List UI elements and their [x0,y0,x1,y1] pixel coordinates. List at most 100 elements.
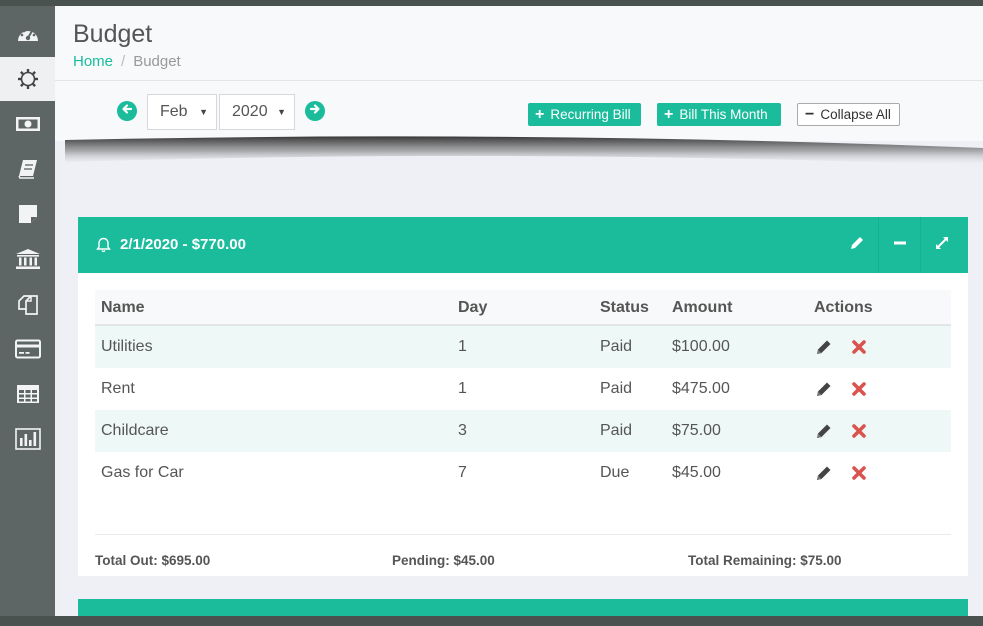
table-header: Name Day Status Amount Actions [95,290,951,326]
table-row: Utilities 1 Paid $100.00 [95,326,951,368]
sidebar [0,6,55,616]
expand-icon [934,235,950,256]
total-out: Total Out: $695.00 [95,553,211,568]
plus-icon: + [535,105,545,123]
close-icon [852,340,866,354]
sidebar-item-bank[interactable] [0,237,55,281]
year-select-value: 2020 [232,103,268,120]
pencil-icon [817,424,831,438]
table-icon [16,384,40,404]
pencil-icon [817,382,831,396]
pencil-icon [817,340,831,354]
breadcrumb-home-link[interactable]: Home [73,53,113,70]
previous-month-button[interactable] [117,101,137,121]
edit-panel-button[interactable] [836,217,877,273]
breadcrumb: Home / Budget [73,53,181,70]
caret-down-icon: ▼ [199,107,208,117]
breadcrumb-separator: / [121,53,126,70]
cell-name: Utilities [101,338,153,355]
speedometer-icon [16,24,40,44]
close-icon [852,382,866,396]
cell-amount: $45.00 [672,464,721,481]
page-title: Budget [73,20,153,48]
close-icon [852,466,866,480]
delete-bill-button[interactable] [851,339,867,360]
next-bill-panel-header [78,599,968,616]
cell-amount: $100.00 [672,338,730,355]
next-month-button[interactable] [305,101,325,121]
cell-status: Due [600,464,630,481]
copy-icon [17,293,39,315]
cell-name: Gas for Car [101,464,184,481]
sidebar-item-dashboard[interactable] [0,12,55,56]
page-header: Budget Home / Budget [55,6,983,81]
cell-name: Rent [101,380,135,397]
sidebar-item-documents[interactable] [0,282,55,326]
delete-bill-button[interactable] [851,465,867,486]
sidebar-item-book[interactable] [0,147,55,191]
pencil-icon [817,466,831,480]
edit-bill-button[interactable] [815,338,833,361]
table-row: Rent 1 Paid $475.00 [95,368,951,410]
sidebar-item-settings[interactable] [0,57,55,101]
cell-day: 3 [458,422,467,439]
edit-bill-button[interactable] [815,464,833,487]
bill-panel-body: Name Day Status Amount Actions Utilities… [78,273,968,576]
cell-status: Paid [600,338,633,355]
column-header-actions: Actions [814,299,873,316]
add-bill-this-month-button[interactable]: + Bill This Month [657,103,781,126]
collapse-all-button[interactable]: − Collapse All [797,103,900,126]
column-header-amount: Amount [672,299,733,316]
cell-day: 7 [458,464,467,481]
delete-bill-button[interactable] [851,423,867,444]
sidebar-item-notes[interactable] [0,192,55,236]
cell-amount: $75.00 [672,422,721,439]
minus-icon [893,236,907,255]
year-select[interactable]: 2020 ▼ [219,94,295,130]
edit-bill-button[interactable] [815,380,833,403]
bill-panel-header: 2/1/2020 - $770.00 [78,217,968,273]
book-icon [17,159,39,179]
column-header-day: Day [458,299,488,316]
breadcrumb-current: Budget [133,53,181,70]
month-select[interactable]: Feb ▼ [147,94,217,130]
column-header-status: Status [600,299,649,316]
total-remaining: Total Remaining: $75.00 [688,553,842,568]
cell-amount: $475.00 [672,380,730,397]
bottom-bar [0,616,983,626]
bar-chart-icon [14,428,41,450]
main-content: Budget Home / Budget Feb ▼ 2020 ▼ + Recurri… [55,6,983,616]
table-row: Gas for Car 7 Due $45.00 [95,452,951,494]
cell-status: Paid [600,422,633,439]
column-header-name: Name [101,299,145,316]
money-bill-icon [15,115,41,133]
edit-bill-button[interactable] [815,422,833,445]
pending-total: Pending: $45.00 [392,553,495,568]
add-recurring-bill-label: Recurring Bill [550,107,631,122]
cell-name: Childcare [101,422,169,439]
collapse-panel-button[interactable] [878,217,920,273]
caret-down-icon: ▼ [277,107,286,117]
sidebar-item-reports[interactable] [0,417,55,461]
credit-card-icon [14,339,41,359]
arrow-left-icon [121,102,133,120]
arrow-right-icon [309,102,321,120]
gear-icon [17,68,39,90]
cell-day: 1 [458,338,467,355]
sidebar-item-table[interactable] [0,372,55,416]
add-recurring-bill-button[interactable]: + Recurring Bill [528,103,641,126]
month-select-value: Feb [160,103,188,120]
table-row: Childcare 3 Paid $75.00 [95,410,951,452]
toolbar: Feb ▼ 2020 ▼ + Recurring Bill + Bill This … [55,81,983,141]
bank-icon [15,248,41,270]
delete-bill-button[interactable] [851,381,867,402]
toolbar-shadow [55,136,983,166]
add-bill-this-month-label: Bill This Month [679,107,768,122]
cell-status: Paid [600,380,633,397]
sticky-note-icon [18,204,38,224]
plus-icon: + [664,105,674,123]
collapse-all-label: Collapse All [820,107,891,122]
expand-panel-button[interactable] [920,217,962,273]
sidebar-item-money[interactable] [0,102,55,146]
sidebar-item-cards[interactable] [0,327,55,371]
